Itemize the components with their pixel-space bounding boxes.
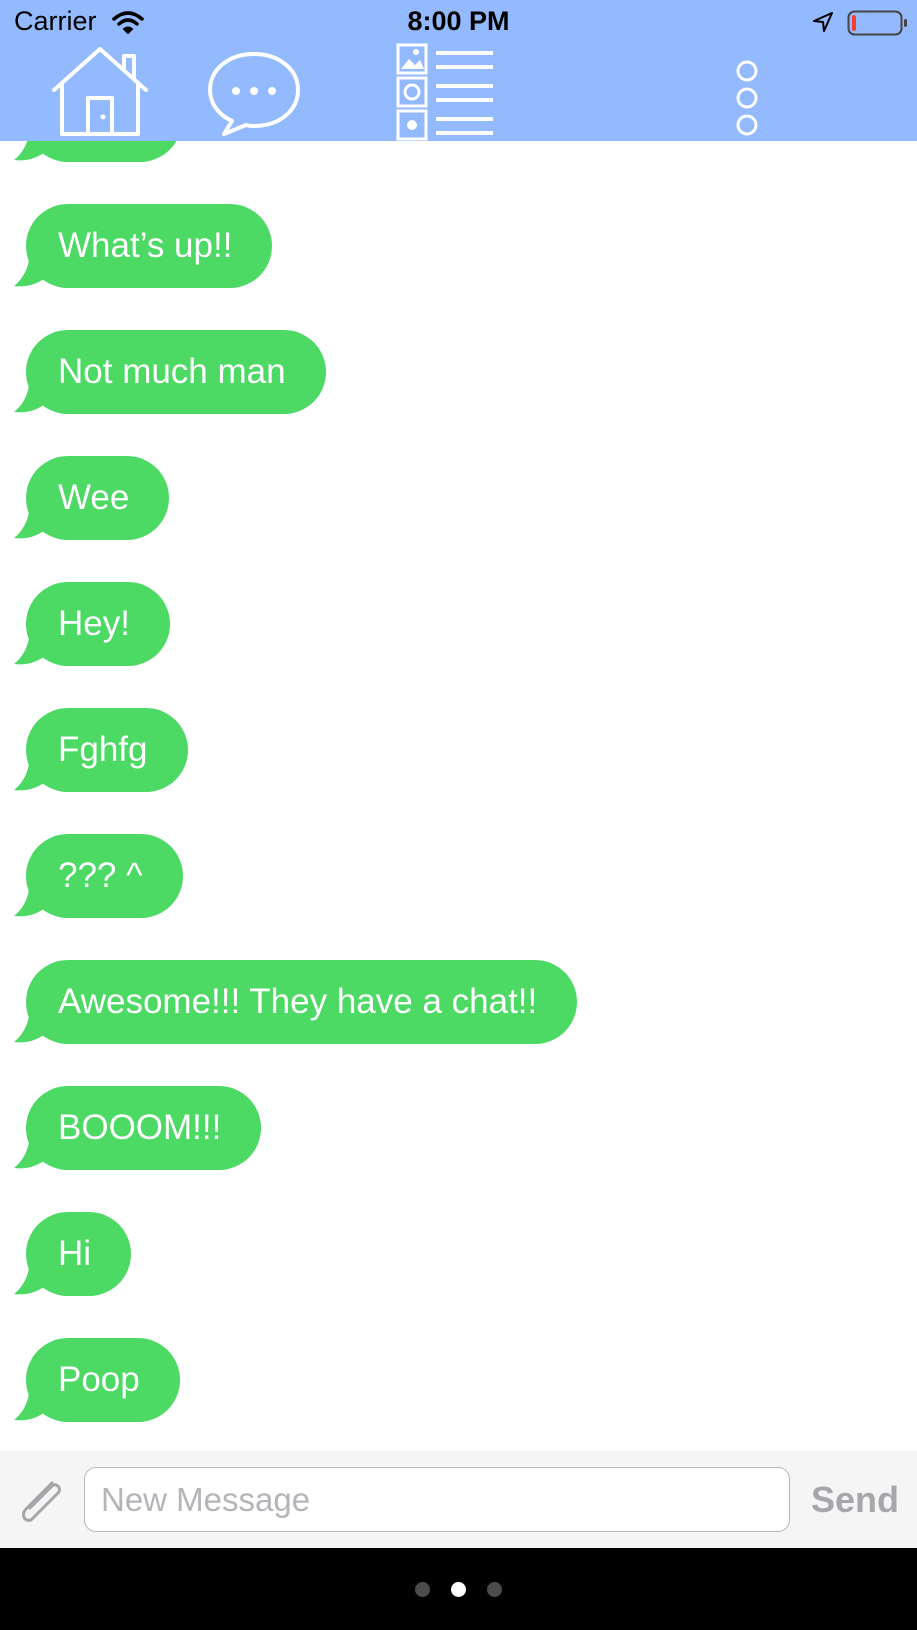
nav-header: Carrier 8:00 PM xyxy=(0,0,917,141)
send-button[interactable]: Send xyxy=(800,1467,910,1532)
message-bubble[interactable]: Fghfg xyxy=(26,708,188,792)
page-dot[interactable] xyxy=(451,1582,466,1597)
more-vertical-icon[interactable] xyxy=(734,60,760,136)
message-bubble[interactable]: ??? ^ xyxy=(26,834,183,918)
page-dot[interactable] xyxy=(415,1582,430,1597)
location-arrow-icon xyxy=(813,12,833,32)
message-bubble[interactable]: BOOOM!!! xyxy=(26,1086,262,1170)
home-icon[interactable] xyxy=(52,46,148,138)
message-bubble[interactable]: Not much man xyxy=(26,330,326,414)
clock: 8:00 PM xyxy=(407,6,510,36)
paperclip-icon[interactable] xyxy=(14,1473,68,1527)
input-toolbar: Send xyxy=(0,1451,917,1548)
page-control[interactable] xyxy=(0,1548,917,1630)
message-bubble[interactable]: Poop xyxy=(26,1338,180,1422)
message-input[interactable] xyxy=(84,1467,790,1532)
page-dot[interactable] xyxy=(487,1582,502,1597)
gallery-list-icon[interactable] xyxy=(396,43,496,141)
message-bubble[interactable]: Wee xyxy=(26,456,170,540)
message-bubble[interactable]: What’s up!! xyxy=(26,204,273,288)
message-bubble[interactable]: Hi xyxy=(26,1212,132,1296)
battery-icon xyxy=(847,10,907,36)
message-list[interactable]: What’s up!! Not much man Wee Hey! Fghfg ??? ^… xyxy=(0,141,917,1451)
message-bubble[interactable]: Hey! xyxy=(26,582,170,666)
message-bubble[interactable]: Awesome!!! They have a chat!! xyxy=(26,960,578,1044)
chat-bubble-icon[interactable] xyxy=(206,48,302,138)
